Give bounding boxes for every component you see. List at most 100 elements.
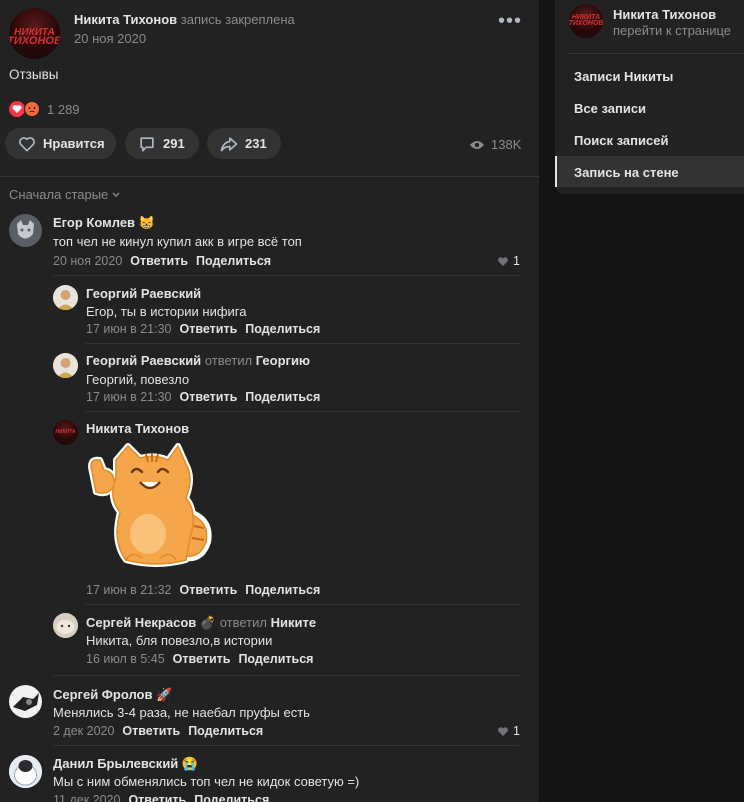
replied-label: ответил [219,615,267,630]
divider [53,275,519,276]
heart-icon [498,256,508,266]
comment-date[interactable]: 20 ноя 2020 [53,254,122,268]
angry-reaction-icon[interactable] [24,101,40,117]
comment-author[interactable]: Данил Брылевский [53,756,178,771]
reply-button[interactable]: Ответить [180,322,238,336]
divider [0,176,539,177]
replied-label: ответил [204,353,253,368]
divider [86,604,519,605]
comment-likes: 1 [513,724,520,738]
sort-label: Сначала старые [9,187,109,202]
comment-icon [140,136,154,151]
avatar[interactable]: НИКИТА [53,420,78,445]
comment-date[interactable]: 17 июн в 21:30 [86,322,172,336]
comment-author-line: Георгий Раевский ответил Георгию [86,353,310,368]
comment-author[interactable]: Георгий Раевский [86,353,201,368]
sidebar-item-author-posts[interactable]: Записи Никиты [574,69,673,84]
author-emoji: 🚀 [156,687,173,702]
active-indicator [555,156,557,187]
comment-text: Мы с ним обменялись топ чел не кидок сов… [53,774,360,789]
avatar[interactable] [9,685,42,718]
heart-icon [498,726,508,736]
comment-date[interactable]: 16 июл в 5:45 [86,652,165,666]
comments-count: 291 [163,136,185,151]
share-comment-button[interactable]: Поделиться [238,652,313,666]
comment-meta: 11 дек 2020 Ответить Поделиться [53,793,269,802]
avatar[interactable] [53,613,78,638]
reply-button[interactable]: Ответить [173,652,231,666]
comment-date[interactable]: 11 дек 2020 [53,793,120,802]
comment-like[interactable]: 1 [497,724,520,738]
heart-reaction-icon[interactable] [9,101,25,117]
comment-text: Менялись 3-4 раза, не наебал пруфы есть [53,705,310,720]
reply-button[interactable]: Ответить [128,793,186,802]
eye-icon [470,140,484,149]
replied-to[interactable]: Георгию [256,353,310,368]
reply-button[interactable]: Ответить [122,724,180,738]
comment-author[interactable]: Сергей Некрасов [86,615,196,630]
share-comment-button[interactable]: Поделиться [196,254,271,268]
comment-likes: 1 [513,254,520,268]
comment-meta: 17 июн в 21:30 Ответить Поделиться [86,390,320,404]
post-author[interactable]: Никита Тихонов [74,12,177,27]
sidebar-avatar[interactable]: НИКИТА ТИХОНОВ [569,4,603,38]
reply-button[interactable]: Ответить [130,254,188,268]
like-button[interactable]: Нравится [5,128,116,159]
reply-button[interactable]: Ответить [180,583,238,597]
comment-meta: 20 ноя 2020 Ответить Поделиться [53,254,271,268]
share-comment-button[interactable]: Поделиться [245,583,320,597]
share-comment-button[interactable]: Поделиться [188,724,263,738]
author-avatar[interactable]: НИКИТА ТИХОНОВ [9,8,60,59]
comment-date[interactable]: 2 дек 2020 [53,724,114,738]
sidebar-author[interactable]: Никита Тихонов [613,7,716,22]
divider [53,675,519,676]
comment-author[interactable]: Сергей Фролов [53,687,152,702]
share-comment-button[interactable]: Поделиться [194,793,269,802]
comment-author[interactable]: Никита Тихонов [86,421,189,436]
sidebar-item-all-posts[interactable]: Все записи [574,101,646,116]
sidebar-item-wall-post[interactable]: Запись на стене [555,156,744,187]
shares-count: 231 [245,136,267,151]
share-button[interactable]: 231 [207,128,281,159]
replied-to[interactable]: Никите [271,615,316,630]
share-comment-button[interactable]: Поделиться [245,390,320,404]
comment-text: топ чел не кинул купил акк в игре всё то… [53,234,302,249]
goto-page-link[interactable]: перейти к странице [613,23,731,38]
comment-author[interactable]: Георгий Раевский [86,286,201,301]
comment-author[interactable]: Егор Комлев [53,215,135,230]
views-counter: 138K [469,137,521,152]
comment-author-line: Данил Брылевский 😭 [53,756,198,772]
comment-date[interactable]: 17 июн в 21:30 [86,390,172,404]
comment-like[interactable]: 1 [497,254,520,268]
divider [567,53,744,54]
comment-text: Никита, бля повезло,в истории [86,633,273,648]
reply-button[interactable]: Ответить [180,390,238,404]
comment-meta: 16 июл в 5:45 Ответить Поделиться [86,652,313,666]
more-options-icon[interactable]: ••• [498,11,522,31]
comment-author-line: Сергей Фролов 🚀 [53,687,172,703]
sidebar: НИКИТА ТИХОНОВ Никита Тихонов перейти к с… [555,0,744,194]
sidebar-item-search-posts[interactable]: Поиск записей [574,133,668,148]
sort-dropdown[interactable]: Сначала старые [9,187,121,202]
reactions-count[interactable]: 1 289 [47,102,80,117]
cat-sticker[interactable] [86,442,214,570]
comment-date[interactable]: 17 июн в 21:32 [86,583,172,597]
post-date[interactable]: 20 ноя 2020 [74,31,146,46]
share-icon [220,136,238,151]
comment-meta: 2 дек 2020 Ответить Поделиться [53,724,263,738]
share-comment-button[interactable]: Поделиться [245,322,320,336]
post-card: НИКИТА ТИХОНОВ Никита Тихонов запись закр… [0,0,539,802]
comment-meta: 17 июн в 21:32 Ответить Поделиться [86,583,320,597]
pinned-note: запись закреплена [180,12,295,27]
avatar[interactable] [9,755,42,788]
avatar[interactable] [53,285,78,310]
avatar[interactable] [53,353,78,378]
author-emoji: 😸 [138,215,155,230]
avatar[interactable] [9,214,42,247]
sidebar-item-label: Запись на стене [574,165,679,180]
comments-button[interactable]: 291 [125,128,199,159]
post-author-line: Никита Тихонов запись закреплена [74,12,295,27]
post-text: Отзывы [9,67,59,82]
like-label: Нравится [43,136,105,151]
divider [53,745,519,746]
